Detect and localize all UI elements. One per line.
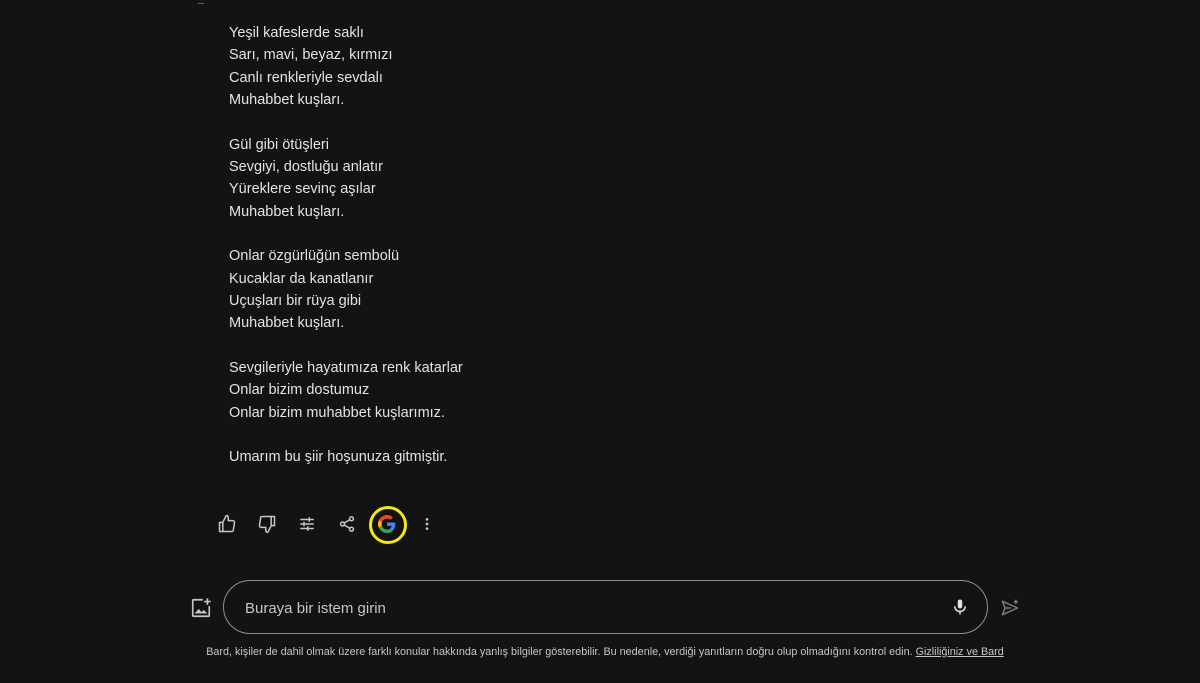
poem-line: Muhabbet kuşları.	[229, 92, 345, 109]
poem-stanza: Sevgileriyle hayatımıza renk katarlar On…	[229, 357, 929, 424]
poem-line: Onlar bizim muhabbet kuşlarımız.	[229, 404, 445, 421]
poem-line: Muhabbet kuşları.	[229, 203, 345, 220]
modify-response-button[interactable]	[288, 505, 326, 543]
thumb-up-button[interactable]	[208, 505, 246, 543]
highlight-circle	[369, 506, 407, 544]
tune-icon	[300, 517, 314, 531]
thumb-down-icon	[258, 515, 276, 534]
prompt-composer	[185, 580, 1025, 636]
poem-line: Muhabbet kuşları.	[229, 315, 345, 332]
thumb-down-button[interactable]	[248, 505, 286, 543]
poem-line: Uçuşları bir rüya gibi	[229, 293, 362, 310]
poem-line: Sevgileriyle hayatımıza renk katarlar	[229, 359, 463, 376]
disclaimer: Bard, kişiler de dahil olmak üzere farkl…	[180, 645, 1030, 660]
poem-line: Onlar bizim dostumuz	[229, 382, 370, 399]
disclaimer-text: Bard, kişiler de dahil olmak üzere farkl…	[206, 646, 913, 658]
response-text: Yeşil kafeslerde saklı Sarı, mavi, beyaz…	[229, 22, 929, 469]
microphone-button[interactable]	[949, 596, 971, 618]
poem-line: Yüreklere sevinç aşılar	[229, 181, 376, 198]
response-actions	[208, 504, 448, 544]
upload-image-button[interactable]	[188, 595, 214, 621]
prompt-input-box	[223, 580, 988, 635]
poem-stanza: Yeşil kafeslerde saklı Sarı, mavi, beyaz…	[229, 22, 929, 112]
share-button[interactable]	[328, 505, 366, 543]
poem-line: Canlı renkleriyle sevdalı	[229, 69, 383, 86]
poem-line: Sevgiyi, dostluğu anlatır	[229, 159, 383, 176]
add-photo-icon	[191, 598, 211, 618]
scroll-remnant	[198, 0, 204, 4]
share-icon	[339, 516, 355, 532]
double-check-google-button[interactable]	[368, 505, 407, 544]
poem-line: Kucaklar da kanatlanır	[229, 270, 374, 287]
poem-stanza: Gül gibi ötüşleri Sevgiyi, dostluğu anla…	[229, 134, 929, 224]
closing-line: Umarım bu şiir hoşunuza gitmiştir.	[229, 449, 448, 466]
poem-line: Onlar özgürlüğün sembolü	[229, 248, 400, 265]
mic-icon	[954, 599, 966, 615]
send-icon	[1001, 599, 1019, 616]
send-button[interactable]	[997, 595, 1023, 621]
prompt-input[interactable]	[243, 581, 927, 635]
poem-line: Sarı, mavi, beyaz, kırmızı	[229, 47, 393, 64]
poem-stanza: Onlar özgürlüğün sembolü Kucaklar da kan…	[229, 245, 929, 335]
thumb-up-icon	[218, 514, 236, 533]
poem-line: Gül gibi ötüşleri	[229, 136, 329, 153]
more-vert-icon	[425, 518, 429, 530]
bard-chat-page: Yeşil kafeslerde saklı Sarı, mavi, beyaz…	[0, 0, 1200, 683]
privacy-link[interactable]: Gizliliğiniz ve Bard	[916, 646, 1004, 658]
poem-line: Yeşil kafeslerde saklı	[229, 25, 364, 41]
more-options-button[interactable]	[408, 505, 446, 543]
